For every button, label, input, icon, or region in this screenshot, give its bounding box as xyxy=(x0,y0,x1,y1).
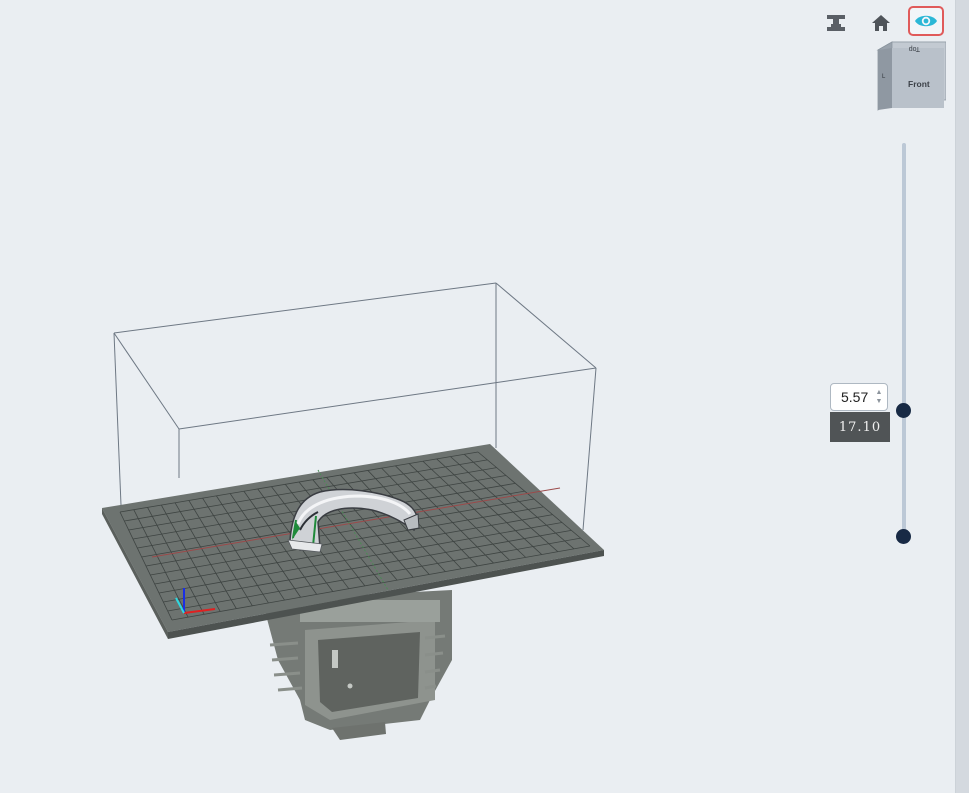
right-scrollbar[interactable] xyxy=(955,0,969,793)
layer-height-input[interactable]: 5.57 ▲ ▼ xyxy=(830,383,888,411)
layer-slider-upper-handle[interactable] xyxy=(896,403,911,418)
support-structure-button[interactable] xyxy=(821,8,851,38)
layer-slider-track[interactable] xyxy=(902,143,906,543)
home-icon xyxy=(872,15,890,31)
view-cube-top-label[interactable]: Top xyxy=(909,45,920,52)
layer-slider-lower-handle[interactable] xyxy=(896,529,911,544)
view-cube[interactable]: Top Front L xyxy=(874,40,946,112)
spin-down-icon[interactable]: ▼ xyxy=(876,397,883,406)
layer-height-spinner[interactable]: ▲ ▼ xyxy=(873,384,885,410)
3d-viewport[interactable] xyxy=(0,0,969,793)
spin-up-icon[interactable]: ▲ xyxy=(876,388,883,397)
support-structure-icon xyxy=(827,15,845,31)
home-view-button[interactable] xyxy=(866,8,896,38)
visibility-toggle-button[interactable] xyxy=(908,6,944,36)
max-height-label: 17.10 xyxy=(830,412,890,442)
layer-height-input-value[interactable]: 5.57 xyxy=(831,389,873,405)
view-cube-front-label[interactable]: Front xyxy=(908,79,930,89)
eye-icon xyxy=(915,15,937,27)
